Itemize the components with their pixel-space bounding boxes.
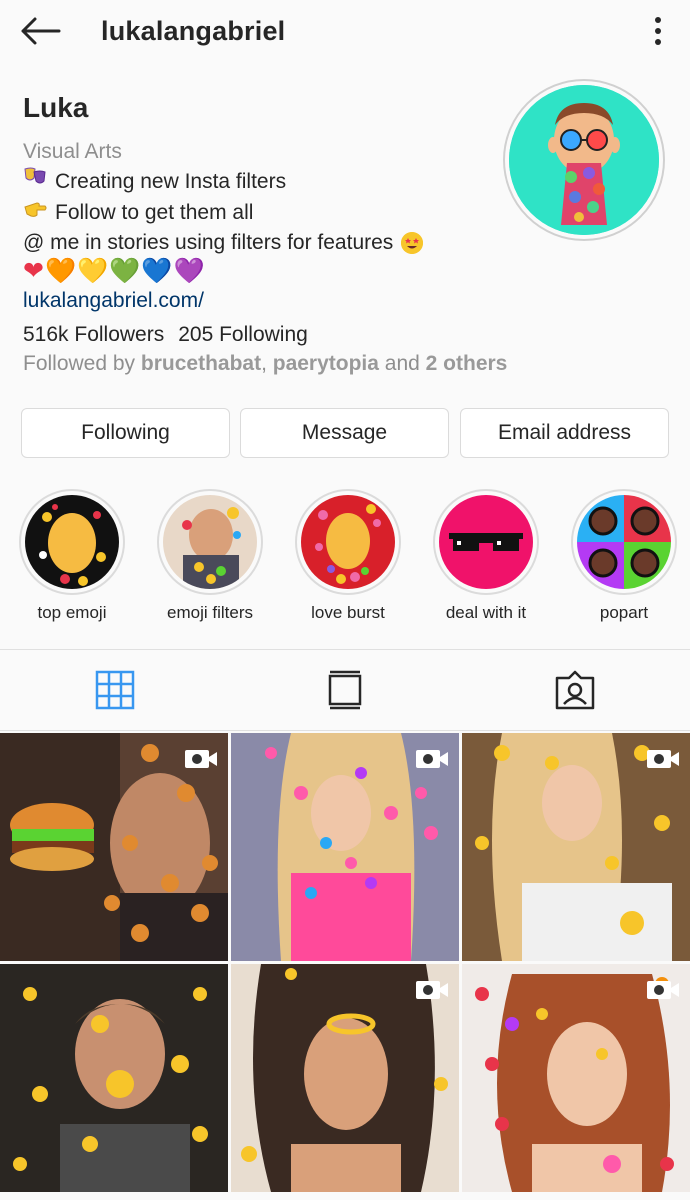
profile-category: Visual Arts (23, 140, 122, 163)
bio-line-stories: @ me in stories using filters for featur… (23, 228, 493, 257)
performing-arts-icon (23, 166, 47, 197)
tagged-icon (555, 670, 595, 710)
highlight-label: popart (599, 603, 649, 622)
green-heart-icon: 💚 (109, 257, 141, 285)
video-icon (185, 750, 217, 768)
bio-text-2: Follow to get them all (55, 201, 254, 224)
top-bar: lukalangabriel (0, 0, 690, 62)
highlight-love-burst-image (301, 495, 395, 589)
profile-stats: 516k Followers 205 Following (23, 323, 308, 347)
highlight-top-emoji[interactable]: top emoji (12, 489, 132, 623)
highlight-label: emoji filters (167, 603, 253, 622)
highlight-emoji-filters-image (163, 495, 257, 589)
post-3[interactable] (462, 733, 690, 961)
following-count[interactable]: 205 Following (178, 323, 308, 347)
followed-by-sep: , (261, 352, 273, 375)
followed-by-user-2: paerytopia (272, 352, 379, 375)
tab-tagged[interactable] (460, 650, 690, 730)
star-eyes-smile-icon (401, 231, 424, 254)
back-button[interactable] (18, 14, 62, 48)
posts-grid (0, 733, 690, 1192)
following-button[interactable]: Following (21, 408, 230, 458)
website-link[interactable]: lukalangabriel.com/ (23, 286, 493, 315)
highlight-label: love burst (311, 603, 385, 622)
followed-by-mid: and (378, 352, 426, 375)
highlight-top-emoji-image (25, 495, 119, 589)
purple-heart-icon: 💜 (173, 257, 205, 285)
igtv-icon (328, 670, 362, 710)
highlight-popart-image (577, 495, 671, 589)
bio-line-follow: Follow to get them all (23, 197, 493, 228)
more-vertical-icon (655, 17, 661, 45)
post-5[interactable] (231, 964, 459, 1192)
pointing-hand-icon (23, 197, 47, 228)
tab-grid[interactable] (0, 650, 230, 730)
profile-tabs (0, 649, 690, 731)
post-6[interactable] (462, 964, 690, 1192)
profile-avatar[interactable] (503, 79, 665, 241)
display-name: Luka (23, 92, 89, 123)
highlight-deal-with-it-image (439, 495, 533, 589)
bio-line-filters: Creating new Insta filters (23, 166, 493, 197)
followed-by-prefix: Followed by (23, 352, 141, 375)
bio-text-3: @ me in stories using filters for featur… (23, 231, 394, 254)
video-icon (647, 981, 679, 999)
post-4[interactable] (0, 964, 228, 1192)
bio-hearts: ❤ 🧡 💛 💚 💙 💜 (23, 257, 493, 286)
video-icon (647, 750, 679, 768)
email-address-button[interactable]: Email address (460, 408, 669, 458)
bio: Visual Arts Creating new Insta filters F… (23, 137, 493, 315)
back-arrow-icon (21, 17, 61, 45)
tab-igtv[interactable] (230, 650, 460, 730)
post-2[interactable] (231, 733, 459, 961)
profile-username: lukalangabriel (101, 16, 286, 46)
avatar-image (509, 85, 659, 235)
blue-heart-icon: 💙 (141, 257, 173, 285)
video-icon (416, 750, 448, 768)
bio-text-1: Creating new Insta filters (55, 170, 287, 193)
yellow-heart-icon: 💛 (77, 257, 109, 285)
highlight-emoji-filters[interactable]: emoji filters (150, 489, 270, 623)
highlight-popart[interactable]: popart (564, 489, 684, 623)
highlight-label: top emoji (37, 603, 107, 622)
more-options-button[interactable] (644, 14, 672, 48)
post-1[interactable] (0, 733, 228, 961)
followers-count[interactable]: 516k Followers (23, 323, 164, 347)
followed-by-others: 2 others (425, 352, 508, 375)
video-icon (416, 981, 448, 999)
highlight-deal-with-it[interactable]: deal with it (426, 489, 546, 623)
grid-icon (95, 670, 135, 710)
highlight-label: deal with it (445, 603, 527, 622)
followed-by[interactable]: Followed by brucethabat, paerytopia and … (23, 352, 507, 376)
post-4-image (0, 964, 228, 1192)
message-button[interactable]: Message (240, 408, 449, 458)
highlight-love-burst[interactable]: love burst (288, 489, 408, 623)
orange-heart-icon: 🧡 (44, 257, 77, 285)
red-heart-icon: ❤ (23, 257, 44, 285)
followed-by-user-1: brucethabat (140, 352, 262, 375)
